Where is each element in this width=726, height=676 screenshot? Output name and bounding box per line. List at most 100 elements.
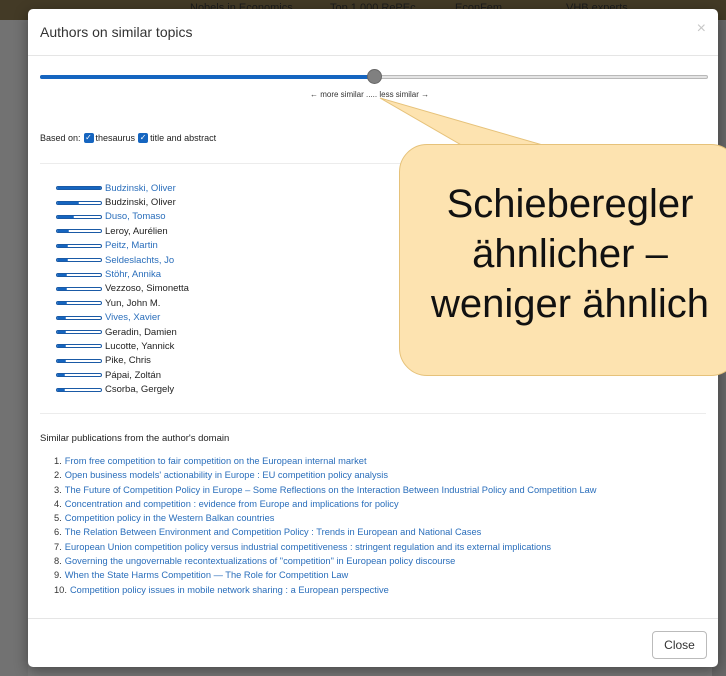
similarity-bar: [56, 243, 102, 248]
author-row[interactable]: Stöhr, Annika: [56, 267, 356, 281]
author-row: Pápai, Zoltán: [56, 368, 356, 382]
publication-item: 8. Governing the ungovernable recontextua…: [54, 554, 597, 568]
publication-link[interactable]: From free competition to fair competitio…: [65, 456, 367, 466]
dialog-title: Authors on similar topics: [40, 24, 193, 40]
publication-item: 9. When the State Harms Competition — The…: [54, 568, 597, 582]
author-row[interactable]: Peitz, Martin: [56, 239, 356, 253]
close-button[interactable]: Close: [652, 631, 707, 659]
similarity-bar: [56, 315, 102, 320]
publication-list: 1. From free competition to fair competit…: [54, 454, 597, 597]
similarity-bar: [56, 387, 102, 392]
author-row: Vezzoso, Simonetta: [56, 282, 356, 296]
author-row: Pike, Chris: [56, 354, 356, 368]
similarity-bar-fill: [57, 359, 66, 362]
author-name[interactable]: Seldeslachts, Jo: [105, 255, 174, 266]
publication-number: 10.: [54, 584, 67, 595]
publication-link[interactable]: Governing the ungovernable recontextuali…: [65, 556, 456, 566]
similarity-bar: [56, 229, 102, 234]
similarity-bar-fill: [57, 331, 67, 334]
similarity-bar: [56, 186, 102, 191]
similarity-bar: [56, 358, 102, 363]
author-row[interactable]: Duso, Tomaso: [56, 210, 356, 224]
author-name: Leroy, Aurélien: [105, 225, 168, 237]
based-on-options: Based on: ✓ thesaurus ✓ title and abstra…: [40, 133, 216, 143]
based-on-label: Based on:: [40, 133, 81, 143]
similarity-bar-fill: [57, 316, 67, 319]
slider-fill: [40, 75, 374, 79]
author-name: Geradin, Damien: [105, 326, 177, 338]
author-name[interactable]: Budzinski, Oliver: [105, 183, 176, 194]
publication-number: 6.: [54, 527, 62, 538]
close-icon[interactable]: ×: [697, 20, 706, 38]
publication-number: 2.: [54, 470, 62, 481]
author-row[interactable]: Budzinski, Oliver: [56, 181, 356, 195]
similarity-bar-fill: [57, 201, 79, 204]
publication-link[interactable]: Concentration and competition : evidence…: [65, 499, 399, 509]
publication-number: 8.: [54, 556, 62, 567]
publication-item: 2. Open business models' actionability in…: [54, 468, 597, 482]
author-name[interactable]: Vives, Xavier: [105, 312, 160, 323]
divider: [40, 413, 706, 414]
similarity-bar-fill: [57, 215, 74, 218]
annotation-line: weniger ähnlich: [431, 282, 709, 326]
publication-item: 10. Competition policy issues in mobile n…: [54, 583, 597, 597]
author-row: Yun, John M.: [56, 296, 356, 310]
publication-link[interactable]: The Future of Competition Policy in Euro…: [65, 485, 597, 495]
annotation-line: ähnlicher –: [472, 232, 668, 276]
publication-number: 5.: [54, 513, 62, 524]
publication-number: 3.: [54, 484, 62, 495]
publication-item: 4. Concentration and competition : eviden…: [54, 497, 597, 511]
similarity-slider[interactable]: [40, 69, 708, 85]
publication-link[interactable]: Competition policy in the Western Balkan…: [65, 513, 275, 523]
annotation-text: Schieberegler ähnlicher – weniger ähnlic…: [400, 179, 726, 329]
similarity-bar-fill: [57, 388, 66, 391]
author-name: Yun, John M.: [105, 297, 161, 309]
author-row[interactable]: Seldeslachts, Jo: [56, 253, 356, 267]
author-row[interactable]: Vives, Xavier: [56, 311, 356, 325]
title-abstract-label[interactable]: title and abstract: [150, 133, 216, 143]
similarity-bar: [56, 373, 102, 378]
similarity-bar-fill: [57, 345, 66, 348]
similarity-bar-fill: [57, 374, 66, 377]
slider-handle[interactable]: [367, 69, 382, 84]
similarity-bar: [56, 214, 102, 219]
thesaurus-checkbox[interactable]: ✓: [83, 133, 94, 143]
publication-link[interactable]: When the State Harms Competition — The R…: [65, 570, 349, 580]
author-name[interactable]: Duso, Tomaso: [105, 211, 166, 222]
annotation-line: Schieberegler: [446, 182, 694, 226]
similarity-bar: [56, 344, 102, 349]
publication-link[interactable]: Competition policy issues in mobile netw…: [70, 585, 389, 595]
publication-number: 9.: [54, 570, 62, 581]
thesaurus-label[interactable]: thesaurus: [96, 133, 136, 143]
author-name[interactable]: Stöhr, Annika: [105, 269, 161, 280]
publication-number: 1.: [54, 456, 62, 466]
publication-number: 4.: [54, 498, 62, 509]
author-name: Pike, Chris: [105, 355, 151, 367]
author-row: Leroy, Aurélien: [56, 224, 356, 238]
similarity-bar-fill: [57, 302, 67, 305]
similarity-bar-fill: [57, 244, 68, 247]
author-row: Geradin, Damien: [56, 325, 356, 339]
similarity-bar: [56, 301, 102, 306]
similarity-bar: [56, 200, 102, 205]
similarity-bar-fill: [57, 187, 101, 190]
publication-link[interactable]: European Union competition policy versus…: [65, 542, 551, 552]
dialog-footer-divider: [28, 618, 718, 619]
author-name[interactable]: Peitz, Martin: [105, 240, 158, 251]
similarity-bar-fill: [57, 273, 68, 276]
title-abstract-checkbox[interactable]: ✓: [138, 133, 149, 143]
publication-link[interactable]: Open business models' actionability in E…: [65, 470, 388, 480]
author-name: Lucotte, Yannick: [105, 340, 175, 352]
similarity-bar: [56, 258, 102, 263]
author-row: Budzinski, Oliver: [56, 195, 356, 209]
similarity-bar-fill: [57, 287, 67, 290]
publication-item: 7. European Union competition policy vers…: [54, 540, 597, 554]
author-name: Budzinski, Oliver: [105, 197, 176, 209]
similarity-bar-fill: [57, 230, 69, 233]
publications-heading: Similar publications from the author's d…: [40, 433, 230, 444]
publication-link[interactable]: The Relation Between Environment and Com…: [65, 527, 482, 537]
annotation-callout: Schieberegler ähnlicher – weniger ähnlic…: [399, 144, 726, 376]
publication-item: 6. The Relation Between Environment and C…: [54, 525, 597, 539]
author-row: Csorba, Gergely: [56, 382, 356, 396]
slider-hint: ← more similar ..... less similar →: [310, 90, 430, 99]
